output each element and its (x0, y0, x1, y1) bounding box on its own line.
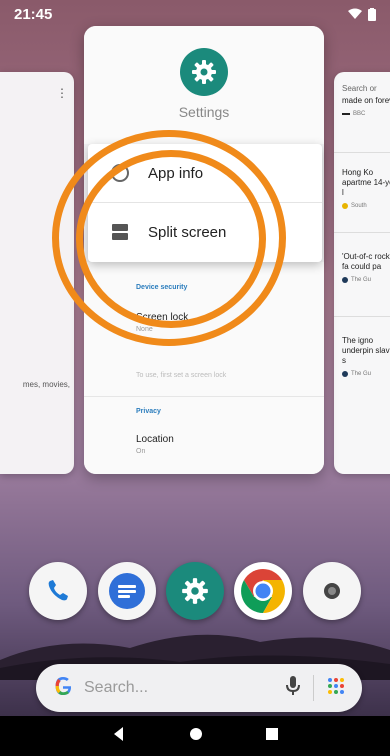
section-header-privacy: Privacy (136, 408, 161, 415)
home-button[interactable] (189, 727, 203, 746)
divider (334, 232, 390, 233)
mic-icon[interactable] (285, 675, 301, 702)
battery-icon (368, 7, 376, 21)
screen-lock-hint: To use, first set a screen lock (136, 372, 227, 379)
recent-app-card-left[interactable]: ⋮ mes, movies, (0, 72, 74, 474)
location-value: On (136, 448, 146, 455)
status-bar: 21:45 (0, 0, 390, 28)
settings-card-header: Settings (84, 26, 324, 144)
settings-icon[interactable] (165, 562, 224, 620)
google-search-bar[interactable]: Search... (36, 664, 362, 712)
menu-item-split-screen[interactable]: Split screen (88, 203, 322, 261)
navigation-bar (0, 716, 390, 756)
dock (0, 560, 390, 622)
divider (84, 396, 324, 397)
menu-item-label: Split screen (148, 223, 227, 241)
messages-icon[interactable] (97, 562, 156, 620)
split-screen-icon (98, 222, 142, 242)
chrome-icon[interactable] (234, 562, 293, 620)
wifi-icon (348, 8, 362, 20)
phone-icon[interactable] (29, 562, 88, 620)
divider (334, 316, 390, 317)
news-item[interactable]: made on forever BBC (342, 96, 390, 119)
gear-icon[interactable] (180, 48, 228, 96)
recents-app-menu: App info Split screen (88, 144, 322, 262)
divider (334, 152, 390, 153)
section-header-device-security: Device security (136, 284, 188, 291)
screen-lock-value: None (136, 326, 153, 333)
location-label[interactable]: Location (136, 434, 174, 445)
card-snippet: mes, movies, (22, 380, 70, 389)
news-search-hint: Search or (342, 84, 377, 93)
search-input[interactable]: Search... (84, 679, 285, 697)
info-icon (98, 163, 142, 183)
news-item[interactable]: The igno underpin slavery s The Gu (342, 336, 390, 379)
menu-item-label: App info (148, 164, 204, 182)
recents-button[interactable] (265, 727, 279, 746)
google-g-icon (52, 675, 74, 702)
more-options-icon[interactable]: ⋮ (56, 86, 68, 100)
status-time: 21:45 (14, 5, 53, 23)
divider (313, 675, 314, 701)
app-title: Settings (178, 104, 230, 120)
recent-app-card-right[interactable]: Search or made on forever BBC Hong Ko ap… (334, 72, 390, 474)
app-grid-icon[interactable] (326, 676, 346, 701)
settings-content: Device security Screen lock None To use,… (84, 262, 324, 474)
news-item[interactable]: 'Out-of-c rocket fa could pa The Gu (342, 252, 390, 285)
camera-icon[interactable] (302, 562, 361, 620)
back-button[interactable] (111, 726, 127, 747)
menu-item-app-info[interactable]: App info (88, 144, 322, 202)
news-item[interactable]: Hong Ko apartme 14-year l South (342, 168, 390, 211)
screen-lock-label[interactable]: Screen lock (136, 312, 188, 323)
